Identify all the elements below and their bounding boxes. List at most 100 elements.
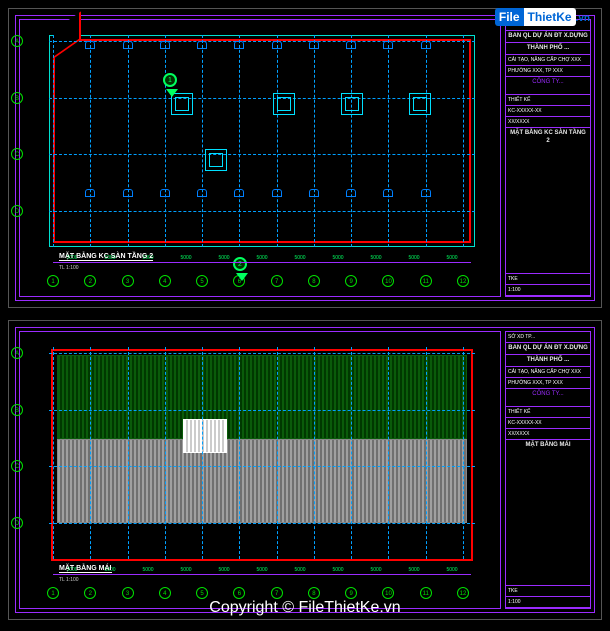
watermark-thietke: ThietKe bbox=[524, 8, 576, 26]
beam-fixture bbox=[309, 41, 319, 49]
tb-checked: KC-XXXXX-XX bbox=[506, 106, 590, 117]
tb-project2: THÀNH PHỐ ... bbox=[506, 43, 590, 55]
plan-title: MẶT BẰNG MÁI bbox=[59, 565, 112, 573]
roof-panel-upper bbox=[57, 355, 467, 439]
grid-bubble: A bbox=[11, 35, 23, 47]
grid-bubble: 11 bbox=[420, 275, 432, 287]
grid-bubble: 4 bbox=[159, 275, 171, 287]
tb-date: XX/XXXX bbox=[506, 429, 590, 440]
grid-bubble: D bbox=[11, 517, 23, 529]
tb-sub2: PHƯỜNG XXX, TP XXX bbox=[506, 66, 590, 77]
beam-fixture bbox=[272, 41, 282, 49]
beam-fixture bbox=[309, 189, 319, 197]
tb-sheet-title: MẶT BẰNG MÁI bbox=[506, 440, 590, 586]
grid-line bbox=[202, 35, 203, 247]
dim-value: 5000 bbox=[167, 567, 205, 575]
tb-sub: CẢI TẠO, NÂNG CẤP CHỢ XXX bbox=[506, 55, 590, 66]
tb-date: XX/XXXX bbox=[506, 117, 590, 128]
grid-bubble: D bbox=[11, 205, 23, 217]
grid-line bbox=[49, 154, 475, 155]
grid-bubble: 8 bbox=[308, 275, 320, 287]
grid-bubble: B bbox=[11, 404, 23, 416]
plan-scale: TL 1:100 bbox=[59, 577, 79, 583]
grid-line bbox=[239, 347, 240, 559]
grid-bubble: B bbox=[11, 92, 23, 104]
column bbox=[409, 93, 431, 115]
tb-company-logo: CÔNG TY... bbox=[506, 389, 590, 407]
tb-scale: 1:100 bbox=[506, 285, 590, 296]
watermark-file: File bbox=[495, 8, 524, 26]
grid-line bbox=[49, 41, 475, 42]
grid-line bbox=[314, 35, 315, 247]
grid-bubble: 1 bbox=[47, 587, 59, 599]
beam-fixture bbox=[421, 41, 431, 49]
roof-opening bbox=[183, 419, 227, 453]
grid-line bbox=[90, 35, 91, 247]
beam-fixture bbox=[421, 189, 431, 197]
grid-line bbox=[351, 35, 352, 247]
dim-value: 5000 bbox=[243, 567, 281, 575]
tb-dwgno: TKE bbox=[506, 274, 590, 285]
grid-bubble: 11 bbox=[420, 587, 432, 599]
grid-bubble: 3 bbox=[122, 275, 134, 287]
grid-line bbox=[49, 466, 475, 467]
dim-value: 5000 bbox=[243, 255, 281, 263]
grid-bubble: 3 bbox=[122, 587, 134, 599]
watermark-logo: FileThietKe.vn bbox=[489, 8, 596, 26]
beam-fixture bbox=[85, 189, 95, 197]
grid-bubble: 5 bbox=[196, 275, 208, 287]
beam-fixture bbox=[383, 41, 393, 49]
grid-bubble: 12 bbox=[457, 587, 469, 599]
grid-line bbox=[463, 347, 464, 559]
title-block: SỞ XD TP... BAN QL DỰ ÁN ĐT X.DỰNG THÀNH… bbox=[505, 331, 591, 609]
beam-fixture bbox=[160, 189, 170, 197]
grid-line bbox=[49, 211, 475, 212]
building-outline-primary bbox=[53, 39, 471, 243]
floor-plan-area: 123456789101112 ABCD 1 2 500050005000500… bbox=[33, 29, 491, 267]
drawing-sheet-1: 123456789101112 ABCD 1 2 500050005000500… bbox=[8, 8, 602, 308]
beam-fixture bbox=[346, 41, 356, 49]
dim-value: 5000 bbox=[319, 567, 357, 575]
dim-value: 5000 bbox=[395, 255, 433, 263]
tb-owner: SỞ XD TP... bbox=[506, 332, 590, 343]
grid-line bbox=[165, 35, 166, 247]
dim-value: 5000 bbox=[281, 567, 319, 575]
dimension-string: 5000500050005000500050005000500050005000… bbox=[53, 567, 471, 575]
drawing-sheet-2: 123456789101112 ABCD 5000500050005000500… bbox=[8, 320, 602, 620]
tb-project: BAN QL DỰ ÁN ĐT X.DỰNG bbox=[506, 31, 590, 43]
grid-line bbox=[49, 353, 475, 354]
dim-value: 5000 bbox=[433, 255, 471, 263]
dim-value: 5000 bbox=[129, 567, 167, 575]
beam-fixture bbox=[160, 41, 170, 49]
beam-fixture bbox=[123, 41, 133, 49]
tb-sheet-title: MẶT BẰNG KC SÀN TẦNG 2 bbox=[506, 128, 590, 274]
grid-line bbox=[277, 35, 278, 247]
tb-checked: KC-XXXXX-XX bbox=[506, 418, 590, 429]
beam-fixture bbox=[346, 189, 356, 197]
grid-line bbox=[53, 35, 54, 247]
beam-fixture bbox=[234, 189, 244, 197]
tb-drawn: THIẾT KẾ bbox=[506, 95, 590, 106]
grid-bubble: 1 bbox=[47, 275, 59, 287]
grid-bubble: A bbox=[11, 347, 23, 359]
dim-value: 5000 bbox=[205, 255, 243, 263]
grid-bubble: 7 bbox=[271, 275, 283, 287]
beam-fixture bbox=[85, 41, 95, 49]
watermark-vn: .vn bbox=[576, 13, 590, 24]
grid-bubble: 5 bbox=[196, 587, 208, 599]
title-block: SỞ XD TP... BAN QL DỰ ÁN ĐT X.DỰNG THÀNH… bbox=[505, 19, 591, 297]
dim-value: 5000 bbox=[281, 255, 319, 263]
roof-panel-lower bbox=[57, 439, 467, 523]
grid-line bbox=[388, 35, 389, 247]
tb-company-logo: CÔNG TY... bbox=[506, 77, 590, 95]
tb-project: BAN QL DỰ ÁN ĐT X.DỰNG bbox=[506, 343, 590, 355]
grid-line bbox=[202, 347, 203, 559]
tb-sub2: PHƯỜNG XXX, TP XXX bbox=[506, 378, 590, 389]
beam-fixture bbox=[383, 189, 393, 197]
grid-line bbox=[388, 347, 389, 559]
grid-line bbox=[351, 347, 352, 559]
grid-line bbox=[239, 35, 240, 247]
beam-fixture bbox=[197, 189, 207, 197]
grid-bubble: 8 bbox=[308, 587, 320, 599]
tb-scale: 1:100 bbox=[506, 597, 590, 608]
